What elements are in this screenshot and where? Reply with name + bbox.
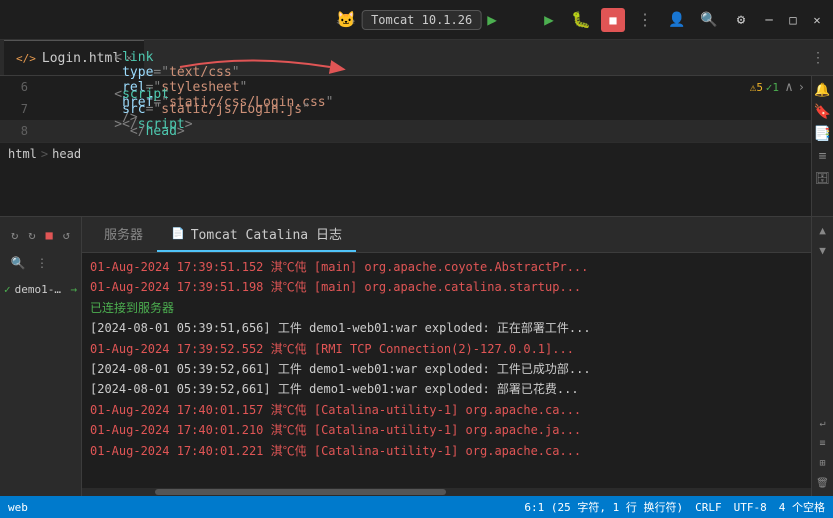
status-indent[interactable]: 4 个空格	[779, 499, 825, 515]
right-panel-controls: ▲ ▼ ↵ ≡ ⊞ 🗑	[811, 217, 833, 496]
wrap-text-icon[interactable]: ↵	[814, 414, 832, 432]
log-line-7: [2024-08-01 05:39:52,661] 工件 demo1-web01…	[90, 379, 783, 399]
bottom-tab-bar: 服务器 📄 Tomcat Catalina 日志	[82, 217, 811, 253]
layers-icon[interactable]: 📑	[813, 124, 833, 144]
bottom-left-controls: ↻ ↻ ■ ↺ 🔍 ⋮ ✓ demo1-web01 →	[0, 217, 82, 496]
scroll-up-btn[interactable]: ▲	[814, 221, 832, 239]
forward-icon: ▶	[487, 10, 497, 29]
run-button[interactable]: ▶	[537, 8, 561, 32]
log-line-3: 已连接到服务器	[90, 298, 783, 318]
bottom-panel: ↻ ↻ ■ ↺ 🔍 ⋮ ✓ demo1-web01 → 服务器	[0, 216, 833, 496]
search-log-btn[interactable]: 🔍	[8, 253, 28, 273]
line-number-7: 7	[0, 102, 36, 116]
log-line-8: 01-Aug-2024 17:40:01.157 淇℃伅 [Catalina-u…	[90, 400, 783, 420]
indent-icon[interactable]: ≡	[813, 146, 833, 166]
fold-icon[interactable]: ∧	[785, 80, 793, 95]
tab-server[interactable]: 服务器	[90, 217, 157, 252]
title-center: 🐱 Tomcat 10.1.26 ▶	[336, 10, 497, 30]
log-line-9: 01-Aug-2024 17:40:01.210 淇℃伅 [Catalina-u…	[90, 420, 783, 440]
refresh-btn-2[interactable]: ↻	[25, 225, 38, 245]
scroll-right-icon[interactable]: ›	[798, 80, 805, 94]
log-line-6: [2024-08-01 05:39:52,661] 工件 demo1-web01…	[90, 359, 783, 379]
log-content: 01-Aug-2024 17:39:51.152 淇℃伅 [main] org.…	[82, 253, 811, 488]
line-number-6: 6	[0, 80, 36, 94]
minimize-button[interactable]: ─	[761, 12, 777, 28]
log-line-5: 01-Aug-2024 17:39:52.552 淇℃伅 [RMI TCP Co…	[90, 339, 783, 359]
tab-tomcat-log[interactable]: 📄 Tomcat Catalina 日志	[157, 217, 356, 252]
tomcat-label: Tomcat 10.1.26	[371, 13, 472, 27]
breadcrumb-html[interactable]: html	[8, 147, 37, 161]
status-bar-left: web	[8, 501, 512, 514]
scroll-down-btn[interactable]: ▼	[814, 241, 832, 259]
server-tab-label: 服务器	[104, 224, 143, 243]
status-encoding[interactable]: UTF-8	[734, 501, 767, 514]
more-run-options[interactable]: ⋮	[633, 8, 657, 32]
status-line-ending[interactable]: CRLF	[695, 501, 722, 514]
status-position[interactable]: 6:1 (25 字符, 1 行 换行符)	[524, 499, 683, 515]
filter-icon[interactable]: ≡	[814, 434, 832, 452]
log-line-4: [2024-08-01 05:39:51,656] 工件 demo1-web01…	[90, 318, 783, 338]
debug-button[interactable]: 🐛	[569, 8, 593, 32]
server-name-label: demo1-web01	[15, 283, 67, 296]
tomcat-badge[interactable]: Tomcat 10.1.26	[362, 10, 481, 30]
settings-icon[interactable]: ⚙	[729, 8, 753, 32]
line-number-8: 8	[0, 124, 36, 138]
hscroll-thumb[interactable]	[155, 489, 447, 495]
tomcat-icon: 🐱	[336, 10, 356, 29]
stop-button[interactable]: ■	[601, 8, 625, 32]
status-bar: web 6:1 (25 字符, 1 行 换行符) CRLF UTF-8 4 个空…	[0, 496, 833, 518]
main-area: 6 <link type="text/css" rel="stylesheet"…	[0, 76, 833, 518]
restore-button[interactable]: □	[785, 12, 801, 28]
restart-btn[interactable]: ↺	[60, 225, 73, 245]
html-file-icon: </>	[16, 52, 36, 65]
grid-icon[interactable]: ⊞	[814, 454, 832, 472]
close-button[interactable]: ✕	[809, 12, 825, 28]
more-options-btn[interactable]: ⋮	[32, 253, 52, 273]
server-arrow-icon: →	[70, 283, 77, 296]
refresh-btn-1[interactable]: ↻	[8, 225, 21, 245]
check-icon: ✓1	[766, 81, 779, 94]
control-row-2: 🔍 ⋮	[0, 249, 81, 277]
log-line-10: 01-Aug-2024 17:40:01.221 淇℃伅 [Catalina-u…	[90, 441, 783, 461]
warning-icon: ⚠5	[750, 81, 763, 94]
log-line-1: 01-Aug-2024 17:39:51.152 淇℃伅 [main] org.…	[90, 257, 783, 277]
code-line-8: 8 </head>	[0, 120, 811, 142]
db-icon[interactable]: 🗄	[813, 168, 833, 188]
account-icon[interactable]: 👤	[665, 8, 689, 32]
log-line-2: 01-Aug-2024 17:39:51.198 淇℃伅 [main] org.…	[90, 277, 783, 297]
server-check-icon: ✓	[4, 283, 11, 296]
stop-server-btn[interactable]: ■	[43, 225, 56, 245]
log-hscrollbar[interactable]	[82, 488, 811, 496]
code-area: 6 <link type="text/css" rel="stylesheet"…	[0, 76, 811, 142]
log-icon: 📄	[171, 227, 185, 240]
search-icon[interactable]: 🔍	[697, 8, 721, 32]
server-item-row[interactable]: ✓ demo1-web01 →	[0, 277, 81, 302]
bottom-content: 服务器 📄 Tomcat Catalina 日志 01-Aug-2024 17:…	[82, 217, 811, 496]
title-right: ▶ 🐛 ■ ⋮ 👤 🔍 ⚙ ─ □ ✕	[537, 8, 825, 32]
status-web-label[interactable]: web	[8, 501, 28, 514]
control-row-1: ↻ ↻ ■ ↺	[0, 221, 81, 249]
bookmark-icon[interactable]: 🔖	[813, 102, 833, 122]
notifications-icon[interactable]: 🔔	[813, 80, 833, 100]
trash-icon[interactable]: 🗑	[814, 474, 832, 492]
tomcat-log-label: Tomcat Catalina 日志	[191, 224, 342, 243]
line-content-8[interactable]: </head>	[36, 109, 811, 154]
